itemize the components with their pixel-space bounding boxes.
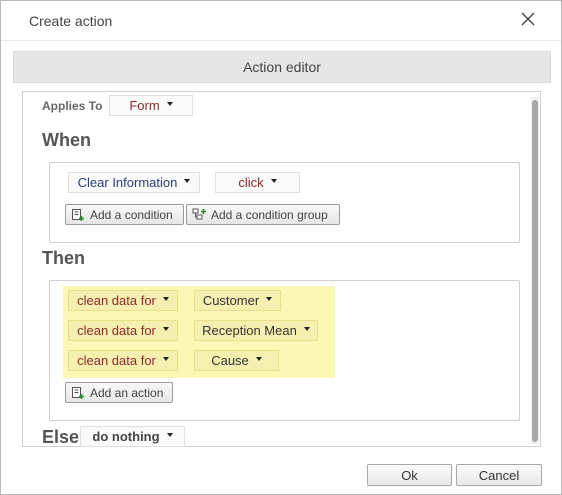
applies-to-label: Applies To	[42, 99, 103, 113]
then-heading: Then	[42, 248, 85, 268]
scrollbar-thumb[interactable]	[532, 100, 538, 442]
add-condition-button[interactable]: Add a condition	[65, 204, 184, 225]
caret-down-icon	[255, 356, 262, 361]
add-condition-group-button[interactable]: Add a condition group	[186, 204, 340, 225]
add-condition-group-icon	[192, 208, 206, 219]
add-action-button[interactable]: Add an action	[65, 382, 173, 403]
close-button[interactable]	[513, 5, 543, 33]
then-target-dropdown-1[interactable]: Customer	[194, 290, 281, 311]
caret-down-icon	[303, 326, 310, 331]
add-action-icon	[72, 386, 84, 399]
then-target-dropdown-3[interactable]: Cause	[194, 350, 279, 371]
then-target-value-1: Customer	[202, 293, 260, 308]
when-element-dropdown[interactable]: Clear Information	[68, 172, 200, 193]
then-action-value-1: clean data for	[77, 293, 156, 308]
then-action-dropdown-1[interactable]: clean data for	[68, 290, 178, 311]
caret-down-icon	[166, 432, 173, 437]
then-action-dropdown-3[interactable]: clean data for	[68, 350, 178, 371]
caret-down-icon	[166, 101, 173, 106]
caret-down-icon	[270, 178, 277, 183]
add-action-label: Add an action	[90, 385, 164, 400]
caret-down-icon	[184, 178, 191, 183]
then-action-value-2: clean data for	[77, 323, 156, 338]
caret-down-icon	[162, 296, 169, 301]
dialog-titlebar: Create action	[1, 1, 561, 41]
cancel-label: Cancel	[478, 467, 520, 483]
applies-to-dropdown[interactable]: Form	[109, 95, 193, 116]
when-event-value: click	[238, 175, 264, 190]
add-condition-icon	[72, 208, 84, 221]
when-heading: When	[42, 130, 91, 150]
add-condition-label: Add a condition	[90, 207, 173, 222]
applies-to-value: Form	[129, 98, 160, 113]
add-condition-group-label: Add a condition group	[211, 207, 328, 222]
dialog-title: Create action	[29, 13, 113, 29]
tab-action-editor-label: Action editor	[243, 59, 321, 75]
close-icon	[521, 12, 535, 26]
when-event-dropdown[interactable]: click	[215, 172, 300, 193]
tab-action-editor[interactable]: Action editor	[13, 51, 551, 83]
then-action-dropdown-2[interactable]: clean data for	[68, 320, 178, 341]
then-target-value-2: Reception Mean	[202, 323, 297, 338]
caret-down-icon	[266, 296, 273, 301]
else-value: do nothing	[92, 429, 160, 444]
cancel-button[interactable]: Cancel	[456, 464, 542, 486]
when-element-value: Clear Information	[77, 175, 178, 190]
then-action-value-3: clean data for	[77, 353, 156, 368]
then-target-value-3: Cause	[211, 353, 249, 368]
ok-label: Ok	[401, 467, 418, 483]
caret-down-icon	[162, 326, 169, 331]
else-heading: Else	[42, 427, 80, 447]
caret-down-icon	[162, 356, 169, 361]
then-target-dropdown-2[interactable]: Reception Mean	[194, 320, 318, 341]
ok-button[interactable]: Ok	[367, 464, 452, 486]
else-dropdown[interactable]: do nothing	[80, 426, 185, 447]
